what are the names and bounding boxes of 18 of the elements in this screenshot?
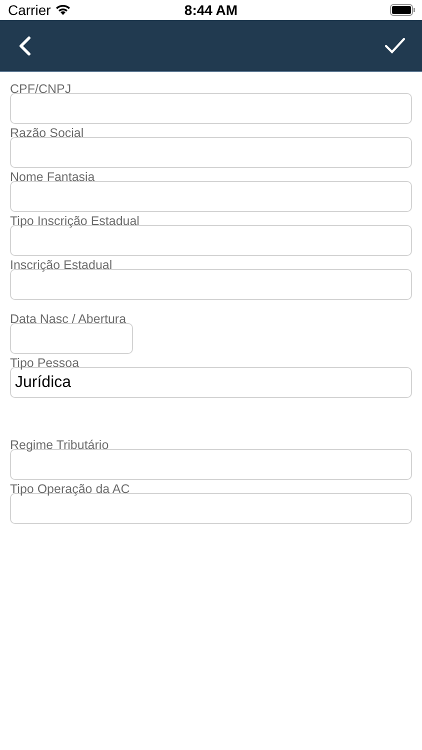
field-label: Tipo Operação da AC <box>10 482 130 496</box>
input-field[interactable] <box>10 181 412 212</box>
carrier-name: Carrier <box>8 2 51 18</box>
input-field[interactable] <box>10 93 412 124</box>
battery-icon <box>390 4 416 16</box>
select-field[interactable]: Jurídica <box>10 367 412 398</box>
field-label: Tipo Pessoa <box>10 356 80 370</box>
field-label: Inscrição Estadual <box>10 258 112 272</box>
field-label: Razão Social <box>10 126 84 140</box>
field-label: CPF/CNPJ <box>10 82 72 96</box>
input-field[interactable] <box>10 137 412 168</box>
clock-time: 8:44 AM <box>184 2 238 18</box>
date-field[interactable] <box>10 323 133 354</box>
wifi-icon <box>54 4 71 16</box>
field-label: Tipo Inscrição Estadual <box>10 214 140 228</box>
field-label: Nome Fantasia <box>10 170 95 184</box>
field-label: Regime Tributário <box>10 438 109 452</box>
field-label: Data Nasc / Abertura <box>10 312 126 326</box>
